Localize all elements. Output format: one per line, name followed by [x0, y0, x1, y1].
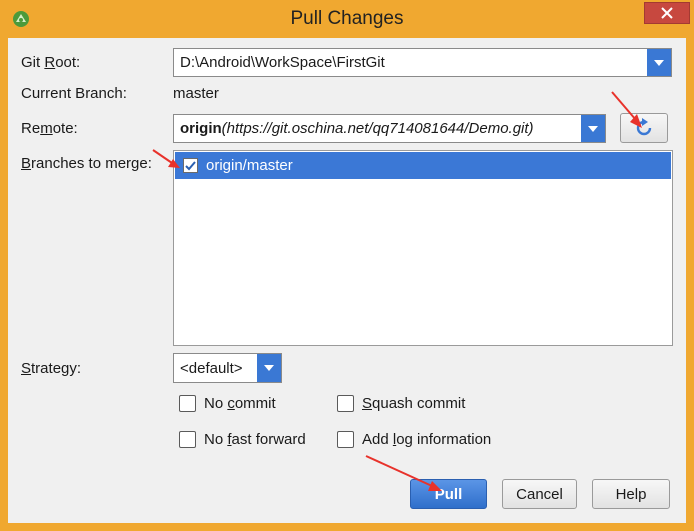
remote-label: Remote: — [21, 120, 78, 137]
no-fast-forward-label: No fast forward — [204, 431, 306, 448]
current-branch-label: Current Branch: — [21, 85, 127, 102]
refresh-icon — [636, 118, 652, 136]
squash-commit-checkbox[interactable] — [337, 395, 354, 412]
squash-commit-option[interactable]: Squash commit — [337, 395, 465, 412]
remote-value: origin (https://git.oschina.net/qq7140816… — [180, 115, 580, 142]
title-bar: Pull Changes — [0, 0, 694, 38]
branches-to-merge-label: Branches to merge: — [21, 155, 152, 172]
git-root-label: Git Root: — [21, 54, 81, 71]
list-item[interactable]: origin/master — [175, 152, 671, 179]
current-branch-value: master — [173, 85, 219, 102]
no-commit-label: No commit — [204, 395, 276, 412]
add-log-label: Add log information — [362, 431, 492, 448]
remote-select[interactable]: origin (https://git.oschina.net/qq7140816… — [173, 114, 606, 143]
close-button[interactable] — [644, 2, 690, 24]
strategy-select[interactable]: <default> — [173, 353, 282, 383]
pull-button[interactable]: Pull — [410, 479, 487, 509]
chevron-down-icon — [588, 125, 598, 132]
checkmark-icon — [185, 160, 196, 170]
git-root-dropdown-arrow[interactable] — [647, 49, 671, 76]
chevron-down-icon — [654, 59, 664, 66]
strategy-dropdown-arrow[interactable] — [257, 354, 281, 382]
no-fast-forward-option[interactable]: No fast forward — [179, 431, 306, 448]
help-button[interactable]: Help — [592, 479, 670, 509]
pull-changes-dialog: Pull Changes Git Root: D:\Android\WorkSp… — [0, 0, 694, 531]
strategy-value: <default> — [180, 359, 243, 377]
strategy-label: Strategy: — [21, 360, 82, 377]
no-fast-forward-checkbox[interactable] — [179, 431, 196, 448]
close-icon — [661, 7, 673, 19]
window-title: Pull Changes — [290, 8, 404, 29]
remote-dropdown-arrow[interactable] — [581, 115, 605, 142]
add-log-checkbox[interactable] — [337, 431, 354, 448]
add-log-option[interactable]: Add log information — [337, 431, 491, 448]
refresh-remote-button[interactable] — [620, 113, 668, 143]
dialog-content: Git Root: D:\Android\WorkSpace\FirstGit … — [8, 38, 686, 523]
branches-list[interactable]: origin/master — [173, 150, 673, 346]
no-commit-option[interactable]: No commit — [179, 395, 276, 412]
remote-name: origin — [180, 120, 222, 137]
remote-url: (https://git.oschina.net/qq714081644/Dem… — [221, 120, 534, 137]
squash-commit-label: Squash commit — [362, 395, 466, 412]
branch-checkbox[interactable] — [183, 158, 198, 173]
cancel-button[interactable]: Cancel — [502, 479, 577, 509]
chevron-down-icon — [264, 365, 274, 371]
git-root-select[interactable]: D:\Android\WorkSpace\FirstGit — [173, 48, 672, 77]
no-commit-checkbox[interactable] — [179, 395, 196, 412]
git-root-value: D:\Android\WorkSpace\FirstGit — [180, 54, 385, 71]
branch-label: origin/master — [206, 157, 293, 174]
